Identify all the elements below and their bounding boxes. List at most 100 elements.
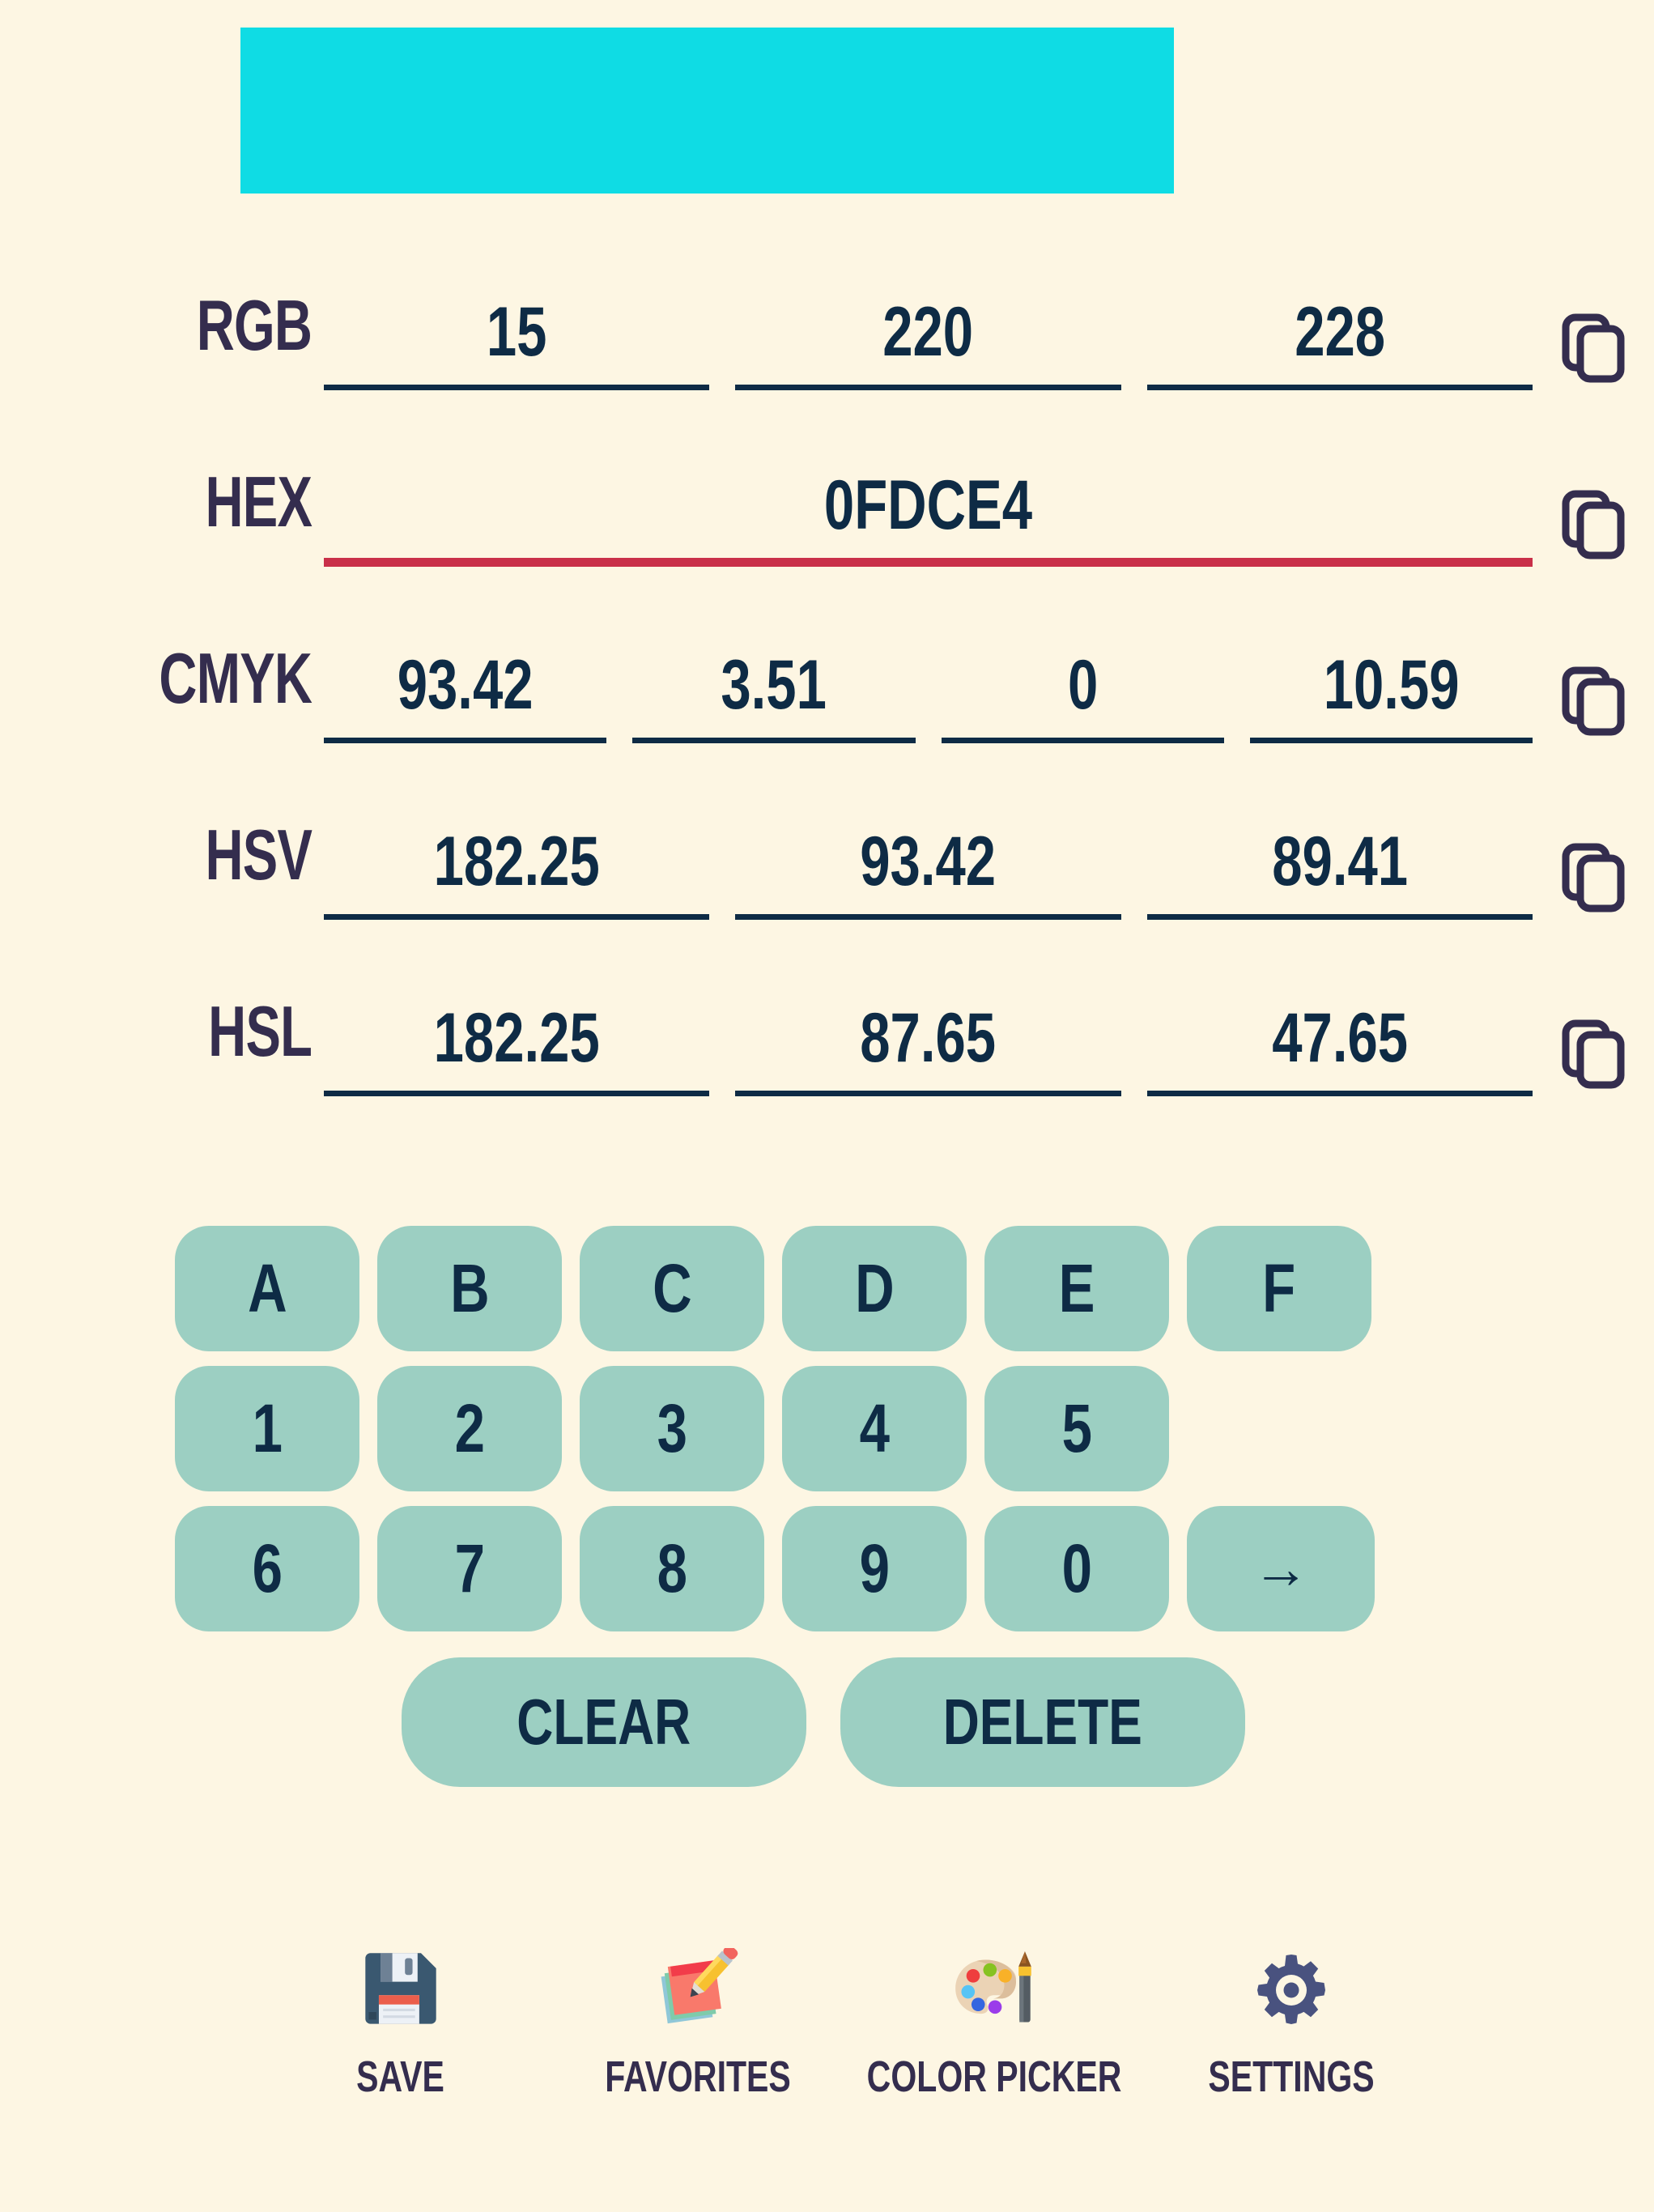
- nav-label: COLOR PICKER: [866, 2052, 1122, 2101]
- row-fields-cmyk: 93.42 3.51 0 10.59: [324, 650, 1533, 772]
- key-6[interactable]: 6: [175, 1506, 359, 1631]
- key-2[interactable]: 2: [377, 1366, 562, 1491]
- row-fields-hex: 0FDCE4: [324, 470, 1533, 596]
- cmyk-field-3[interactable]: 10.59: [1249, 646, 1533, 743]
- clear-button[interactable]: CLEAR: [402, 1657, 806, 1787]
- copy-button-cmyk[interactable]: [1533, 666, 1654, 772]
- key-7[interactable]: 7: [377, 1506, 562, 1631]
- key-label: B: [449, 1250, 490, 1326]
- key-label: C: [652, 1250, 692, 1326]
- key-label: 6: [252, 1530, 283, 1606]
- rgb-field-1[interactable]: 220: [735, 293, 1121, 390]
- hex-field-0[interactable]: 0FDCE4: [324, 470, 1533, 567]
- key-c[interactable]: C: [580, 1226, 764, 1351]
- nav-item-favorites[interactable]: FAVORITES: [564, 1943, 831, 2099]
- key-label: 3: [657, 1390, 687, 1466]
- key-3[interactable]: 3: [580, 1366, 764, 1491]
- key-label: 8: [657, 1530, 687, 1606]
- action-label: DELETE: [942, 1686, 1143, 1758]
- rgb-value-1: 220: [882, 293, 974, 371]
- row-label-hex: HEX: [205, 462, 313, 542]
- hsv-field-1[interactable]: 93.42: [735, 823, 1121, 920]
- conversion-rows: RGB 15 220 228 HEX 0FDCE4 CMYK 93.42 3.51 0 10.59 H…: [0, 243, 1654, 1125]
- hsl-value-1: 87.65: [860, 999, 997, 1077]
- cmyk-value-0: 93.42: [397, 646, 534, 724]
- hsv-field-0[interactable]: 182.25: [324, 823, 710, 920]
- copy-icon: [1562, 490, 1625, 564]
- rgb-field-2[interactable]: 228: [1146, 297, 1533, 390]
- key-label: D: [854, 1250, 895, 1326]
- key-8[interactable]: 8: [580, 1506, 764, 1631]
- nav-item-settings[interactable]: SETTINGS: [1158, 1943, 1425, 2099]
- row-fields-hsl: 182.25 87.65 47.65: [324, 1003, 1533, 1125]
- row-fields-rgb: 15 220 228: [324, 297, 1533, 419]
- floppy-disk-icon: [359, 1943, 443, 2037]
- color-converter-app: RGB 15 220 228 HEX 0FDCE4 CMYK 93.42 3.51 0 10.59 H…: [0, 0, 1654, 2212]
- cmyk-field-1[interactable]: 3.51: [632, 646, 916, 743]
- keypad-row-1: A B C D E F: [175, 1226, 1486, 1351]
- key-label: 5: [1061, 1390, 1092, 1466]
- key-b[interactable]: B: [377, 1226, 562, 1351]
- conversion-row-hex: HEX 0FDCE4: [0, 419, 1654, 596]
- copy-button-hsv[interactable]: [1533, 843, 1654, 949]
- hsl-value-0: 182.25: [433, 999, 600, 1077]
- hsl-field-0[interactable]: 182.25: [324, 999, 710, 1096]
- key-a[interactable]: A: [175, 1226, 359, 1351]
- hsv-value-1: 93.42: [860, 823, 997, 900]
- key-label: A: [247, 1250, 287, 1326]
- key-d[interactable]: D: [782, 1226, 967, 1351]
- keypad-action-row: CLEAR DELETE: [175, 1657, 1486, 1787]
- hsl-value-2: 47.65: [1271, 999, 1408, 1077]
- copy-button-hex[interactable]: [1533, 490, 1654, 596]
- key-0[interactable]: 0: [984, 1506, 1169, 1631]
- key-label: 0: [1061, 1530, 1092, 1606]
- conversion-row-hsv: HSV 182.25 93.42 89.41: [0, 772, 1654, 949]
- key-4[interactable]: 4: [782, 1366, 967, 1491]
- key-label: →: [1252, 1537, 1309, 1600]
- key-label: 4: [859, 1390, 890, 1466]
- copy-icon: [1562, 1019, 1625, 1093]
- hsv-field-2[interactable]: 89.41: [1146, 827, 1533, 920]
- action-label: CLEAR: [517, 1686, 691, 1758]
- color-preview-swatch[interactable]: [240, 28, 1174, 194]
- nav-label: FAVORITES: [604, 2052, 791, 2101]
- key-label: F: [1262, 1250, 1296, 1326]
- hsv-value-0: 182.25: [433, 823, 600, 900]
- copy-icon: [1562, 666, 1625, 740]
- key-f[interactable]: F: [1187, 1226, 1371, 1351]
- nav-item-color-picker[interactable]: COLOR PICKER: [861, 1943, 1128, 2099]
- color-preview-container: [240, 28, 1174, 194]
- nav-item-save[interactable]: SAVE: [267, 1943, 534, 2099]
- conversion-row-cmyk: CMYK 93.42 3.51 0 10.59: [0, 596, 1654, 772]
- conversion-row-rgb: RGB 15 220 228: [0, 243, 1654, 419]
- copy-button-hsl[interactable]: [1533, 1019, 1654, 1125]
- hex-value-0: 0FDCE4: [823, 466, 1033, 544]
- keypad-row-2: 1 2 3 4 5: [175, 1366, 1486, 1491]
- palette-icon: [952, 1943, 1036, 2037]
- cmyk-value-1: 3.51: [721, 646, 827, 724]
- key-enter-arrow[interactable]: →: [1187, 1506, 1375, 1631]
- keypad: A B C D E F 1 2 3 4 5 6 7 8 9 0 → CLEAR DELETE: [175, 1226, 1486, 1787]
- copy-button-rgb[interactable]: [1533, 313, 1654, 419]
- key-1[interactable]: 1: [175, 1366, 359, 1491]
- key-label: 7: [454, 1530, 485, 1606]
- row-label-rgb: RGB: [196, 285, 313, 365]
- key-9[interactable]: 9: [782, 1506, 967, 1631]
- delete-button[interactable]: DELETE: [840, 1657, 1245, 1787]
- bottom-navigation-bar: SAVE FAVORITES COLOR PICKER SETTINGS: [267, 1943, 1425, 2099]
- key-5[interactable]: 5: [984, 1366, 1169, 1491]
- nav-label: SAVE: [356, 2052, 445, 2101]
- cmyk-field-2[interactable]: 0: [941, 650, 1224, 743]
- cmyk-value-3: 10.59: [1323, 646, 1460, 724]
- key-label: 9: [859, 1530, 890, 1606]
- key-label: 1: [252, 1390, 283, 1466]
- key-e[interactable]: E: [984, 1226, 1169, 1351]
- hsl-field-2[interactable]: 47.65: [1146, 999, 1533, 1096]
- keypad-row-3: 6 7 8 9 0 →: [175, 1506, 1486, 1631]
- rgb-value-0: 15: [486, 293, 547, 371]
- hsl-field-1[interactable]: 87.65: [735, 999, 1121, 1096]
- copy-icon: [1562, 843, 1625, 917]
- cmyk-field-0[interactable]: 93.42: [324, 646, 607, 743]
- rgb-field-0[interactable]: 15: [324, 293, 710, 390]
- row-label-hsv: HSV: [205, 815, 313, 895]
